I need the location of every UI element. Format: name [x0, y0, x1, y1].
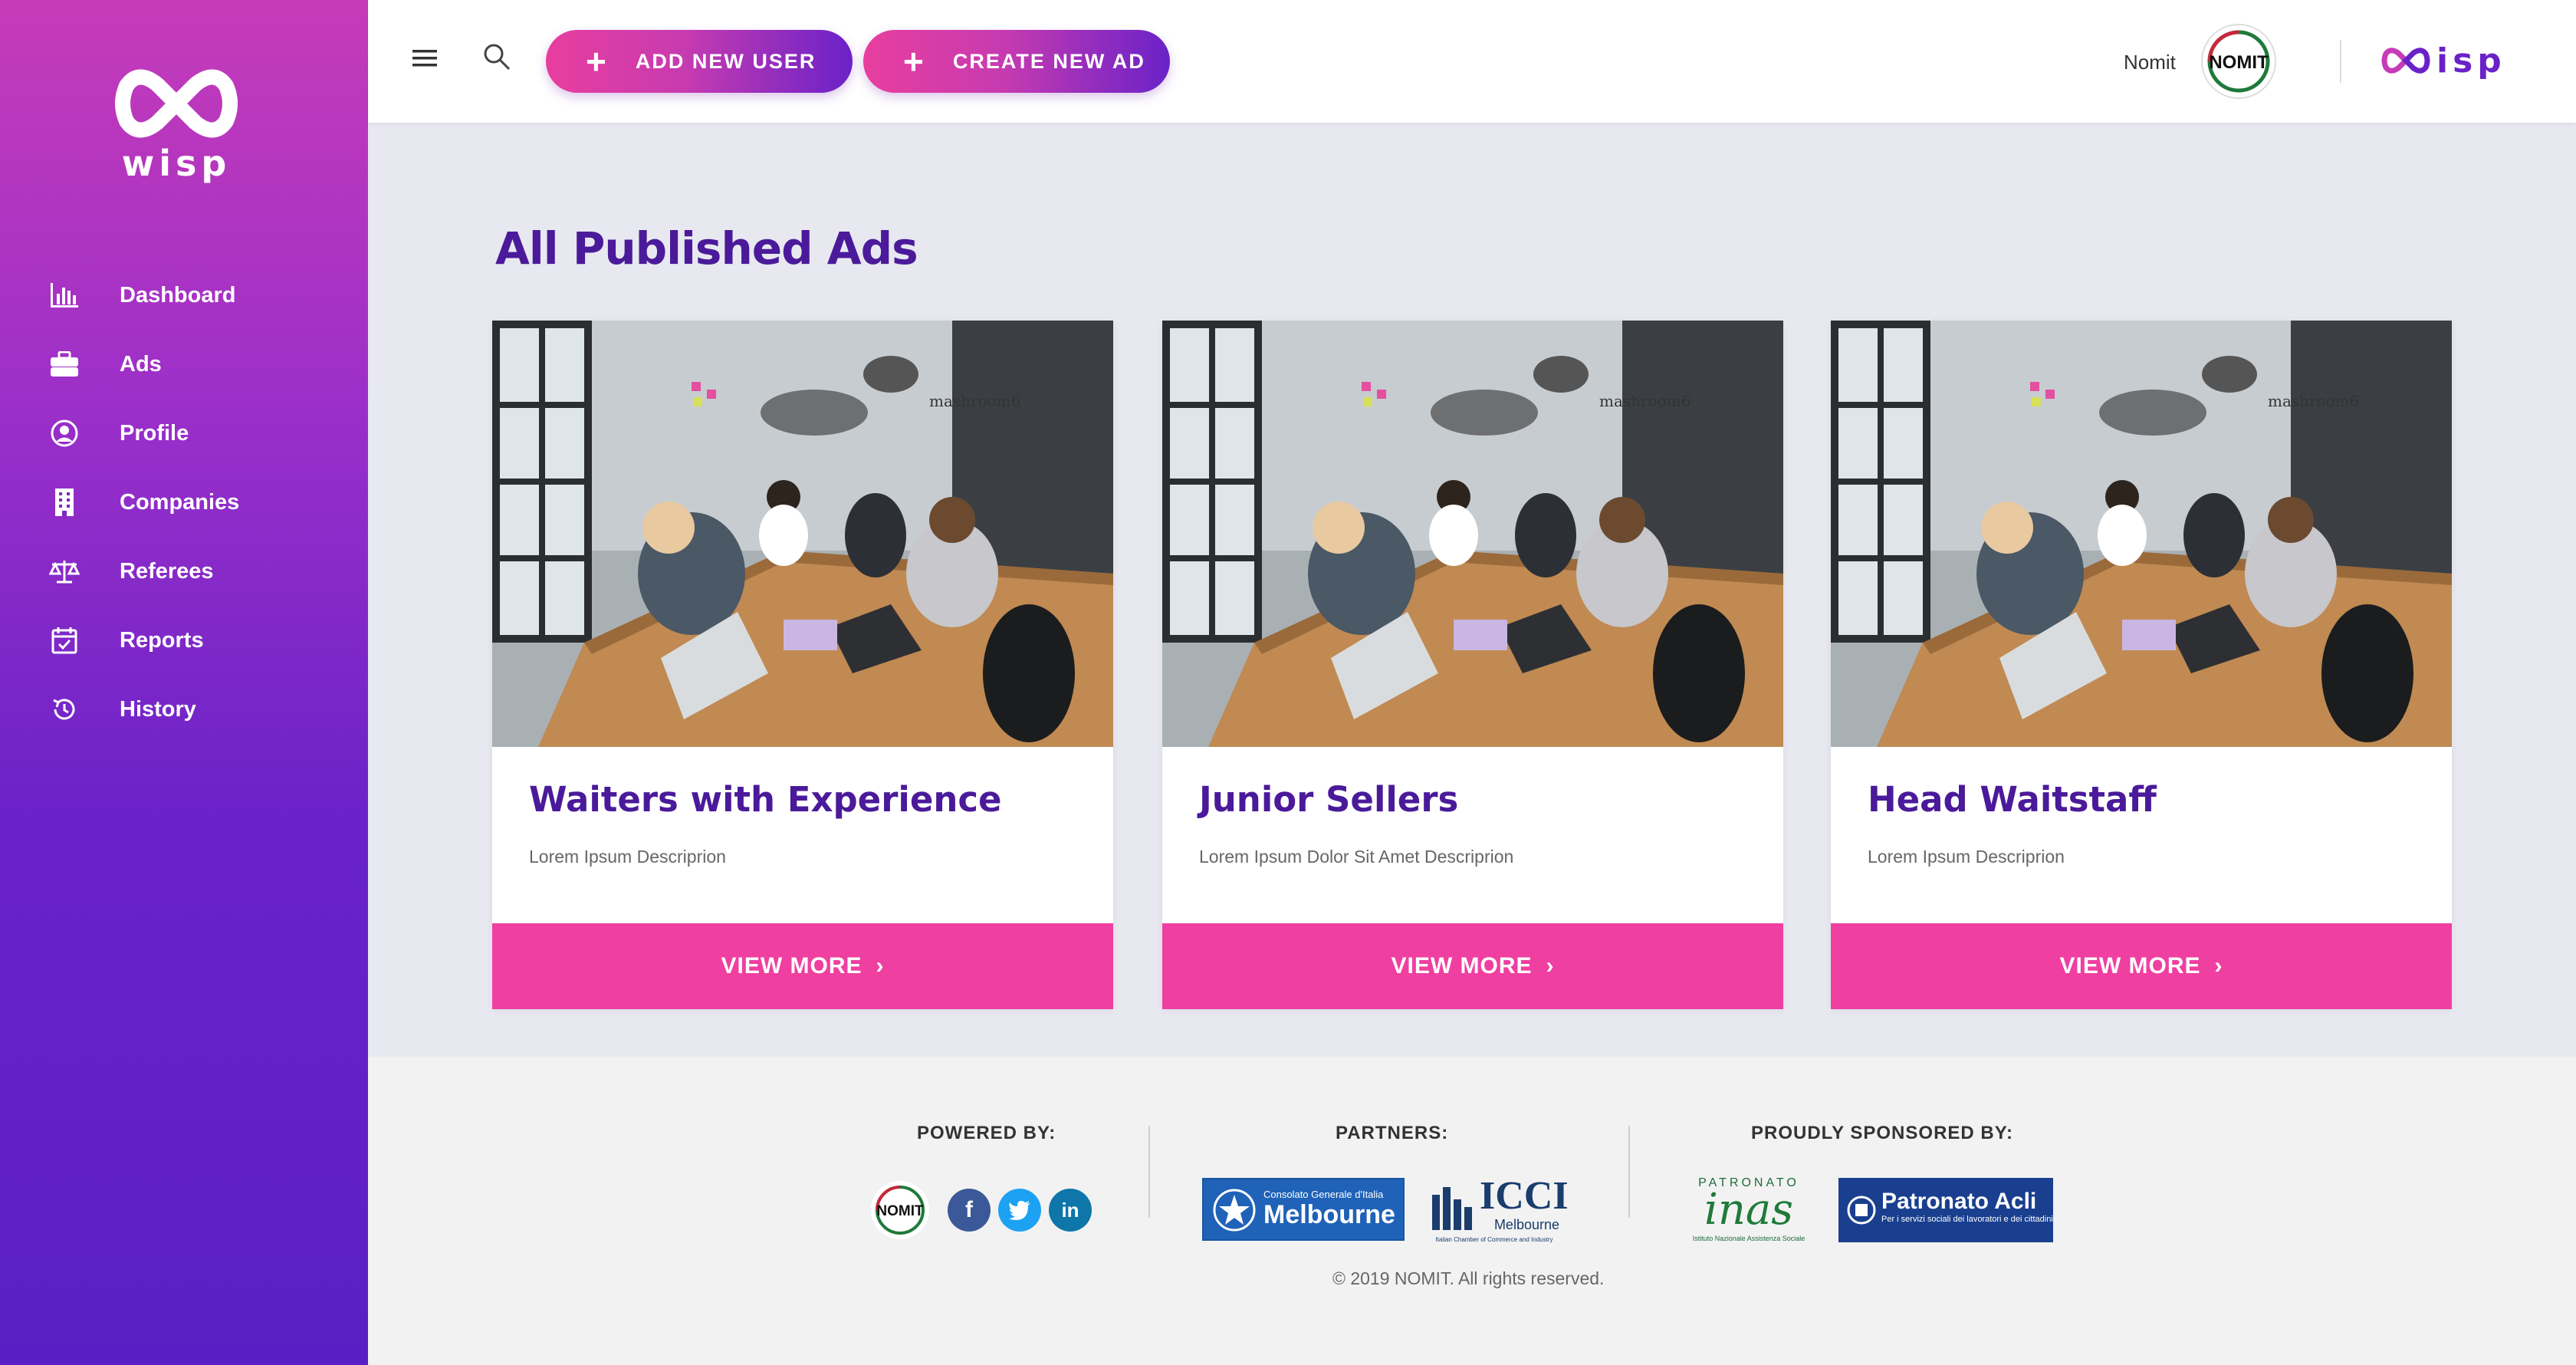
emblem-icon — [1213, 1189, 1256, 1232]
sidebar-item-label: Companies — [120, 489, 240, 515]
building-icon — [48, 485, 81, 519]
twitter-bird-glyph — [1009, 1201, 1030, 1220]
ad-description: Lorem Ipsum Descriprion — [1868, 847, 2065, 867]
ad-title: Head Waitstaff — [1868, 779, 2157, 820]
consolato-melbourne-logo[interactable]: Consolato Generale d'Italia Melbourne — [1202, 1178, 1405, 1241]
twitter-icon[interactable] — [998, 1189, 1041, 1232]
partners-heading: PARTNERS: — [1336, 1123, 1449, 1143]
plus-icon: + — [903, 41, 924, 81]
bar-chart-icon — [48, 278, 81, 312]
sidebar-item-label: Profile — [120, 420, 189, 446]
icci-name: ICCI — [1480, 1174, 1569, 1218]
user-name: Nomit — [2124, 51, 2176, 74]
photo-sign-text: mashroom6 — [2268, 392, 2359, 410]
inas-logo[interactable]: PATRONATO inas Istituto Nazionale Assist… — [1681, 1176, 1817, 1244]
ad-title: Waiters with Experience — [529, 779, 1002, 820]
wisp-brand-mini[interactable]: isp — [2381, 40, 2506, 81]
sidebar-item-profile[interactable]: Profile — [0, 399, 368, 468]
icci-sub: Melbourne — [1493, 1217, 1559, 1232]
sidebar-item-label: Dashboard — [120, 282, 236, 308]
top-divider — [2340, 40, 2341, 83]
sidebar-nav: Dashboard Ads Profile Companies Referees — [0, 261, 368, 744]
calendar-check-icon — [48, 623, 81, 657]
sidebar-item-reports[interactable]: Reports — [0, 606, 368, 675]
ad-card: mashroom6 Waiters with Experience Lorem … — [492, 321, 1113, 1009]
ad-image: mashroom6 — [492, 321, 1113, 747]
search-icon[interactable] — [481, 41, 512, 72]
copyright: © 2019 NOMIT. All rights reserved. — [1332, 1268, 1605, 1288]
briefcase-icon — [48, 347, 81, 381]
sidebar-item-label: History — [120, 696, 196, 722]
sidebar-item-label: Ads — [120, 351, 162, 377]
plus-icon: + — [586, 41, 606, 81]
facebook-glyph: f — [965, 1197, 973, 1222]
patronato-acli-logo[interactable]: Patronato Acli Per i servizi sociali dei… — [1838, 1178, 2053, 1242]
icci-building-icon — [1432, 1187, 1472, 1230]
ad-description: Lorem Ipsum Dolor Sit Amet Descriprion — [1199, 847, 1514, 867]
scale-icon — [48, 554, 81, 588]
acli-sub: Per i servizi sociali dei lavoratori e d… — [1881, 1215, 2053, 1224]
sidebar-item-history[interactable]: History — [0, 675, 368, 744]
ad-image: mashroom6 — [1162, 321, 1783, 747]
footer-divider — [1148, 1126, 1150, 1218]
infinity-logo-icon — [115, 69, 238, 138]
ads-grid: mashroom6 Waiters with Experience Lorem … — [492, 321, 2453, 1011]
powered-by-heading: POWERED BY: — [917, 1123, 1056, 1143]
nomit-logo[interactable]: NOMIT — [868, 1178, 932, 1242]
ad-card: mashroom6 Junior Sellers Lorem Ipsum Dol… — [1162, 321, 1783, 1009]
brand-name: wisp — [121, 143, 232, 184]
ad-card: mashroom6 Head Waitstaff Lorem Ipsum Des… — [1831, 321, 2452, 1009]
create-new-ad-label: CREATE NEW AD — [952, 49, 1145, 73]
create-new-ad-button[interactable]: + CREATE NEW AD — [863, 30, 1170, 93]
icci-logo[interactable]: ICCI Melbourne Italian Chamber of Commer… — [1429, 1174, 1569, 1244]
linkedin-glyph: in — [1061, 1198, 1079, 1222]
sidebar-item-ads[interactable]: Ads — [0, 330, 368, 399]
view-more-label: VIEW MORE — [721, 953, 863, 979]
sidebar-item-label: Reports — [120, 627, 204, 653]
partner-melbourne-small: Consolato Generale d'Italia — [1263, 1189, 1384, 1200]
footer: POWERED BY: PARTNERS: PROUDLY SPONSORED … — [368, 1057, 2576, 1365]
acli-name: Patronato Acli — [1881, 1189, 2037, 1214]
chevron-right-icon: › — [876, 953, 885, 979]
partner-melbourne-name: Melbourne — [1263, 1200, 1395, 1229]
top-bar: + ADD NEW USER + CREATE NEW AD Nomit NOM… — [368, 0, 2576, 123]
inas-name: inas — [1704, 1185, 1794, 1235]
sponsored-by-heading: PROUDLY SPONSORED BY: — [1751, 1123, 2013, 1143]
avatar[interactable]: NOMIT — [2199, 21, 2279, 101]
linkedin-icon[interactable]: in — [1049, 1189, 1092, 1232]
photo-sign-text: mashroom6 — [1599, 392, 1691, 410]
photo-sign-text: mashroom6 — [929, 392, 1020, 410]
inas-sub: Istituto Nazionale Assistenza Sociale — [1692, 1235, 1806, 1242]
chevron-right-icon: › — [2214, 953, 2223, 979]
sidebar-item-dashboard[interactable]: Dashboard — [0, 261, 368, 330]
view-more-label: VIEW MORE — [2059, 953, 2201, 979]
brand-mini-text: isp — [2436, 41, 2506, 81]
icci-tagline: Italian Chamber of Commerce and Industry — [1435, 1236, 1553, 1243]
ad-image: mashroom6 — [1831, 321, 2452, 747]
footer-divider — [1628, 1126, 1630, 1218]
view-more-button[interactable]: VIEW MORE › — [1831, 923, 2452, 1009]
wisp-logo[interactable]: wisp — [107, 69, 245, 199]
ad-description: Lorem Ipsum Descriprion — [529, 847, 726, 867]
add-new-user-button[interactable]: + ADD NEW USER — [546, 30, 853, 93]
facebook-icon[interactable]: f — [948, 1189, 991, 1232]
user-circle-icon — [48, 416, 81, 450]
sidebar: wisp Dashboard Ads Profile Companies Ref… — [0, 0, 368, 1365]
sidebar-item-referees[interactable]: Referees — [0, 537, 368, 606]
add-new-user-label: ADD NEW USER — [635, 49, 816, 73]
avatar-text: NOMIT — [2209, 52, 2269, 73]
view-more-label: VIEW MORE — [1391, 953, 1533, 979]
sidebar-item-companies[interactable]: Companies — [0, 468, 368, 537]
view-more-button[interactable]: VIEW MORE › — [1162, 923, 1783, 1009]
page-title: All Published Ads — [495, 222, 918, 275]
sidebar-item-label: Referees — [120, 558, 214, 584]
view-more-button[interactable]: VIEW MORE › — [492, 923, 1113, 1009]
infinity-mini-icon — [2381, 48, 2430, 74]
hamburger-menu-icon[interactable] — [411, 44, 439, 72]
nomit-logo-text: NOMIT — [876, 1203, 924, 1219]
acli-emblem-icon — [1847, 1196, 1876, 1225]
chevron-right-icon: › — [1546, 953, 1555, 979]
ad-title: Junior Sellers — [1199, 779, 1459, 820]
history-icon — [48, 692, 81, 726]
